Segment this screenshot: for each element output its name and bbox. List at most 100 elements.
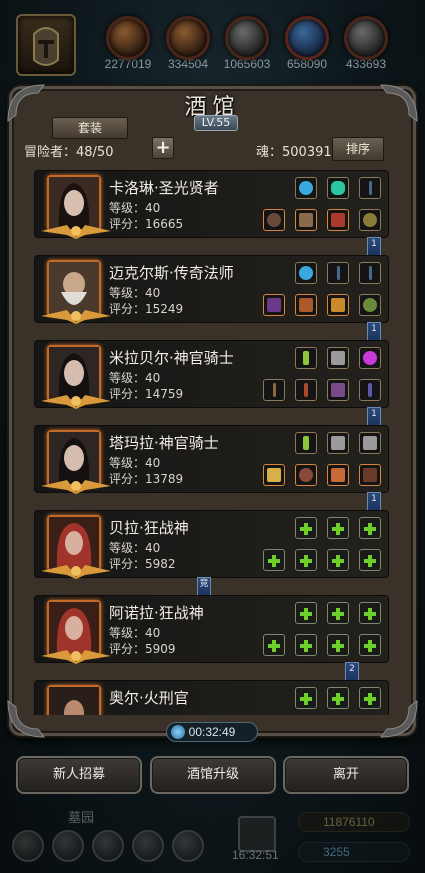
resource-crystal[interactable]: 658090 [279,16,335,76]
hero-level: 等级：40 [109,371,161,385]
equip-slot[interactable] [327,432,349,454]
equip-slot[interactable] [359,464,381,486]
add-equip-slot[interactable] [263,634,285,656]
scroll-icon [166,16,210,60]
refresh-timer: 00:32:49 [166,722,258,742]
equip-slot[interactable] [359,379,381,401]
nav-icon[interactable] [92,830,124,862]
equip-slot[interactable] [263,464,285,486]
hero-score: 评分：16665 [109,217,184,231]
hero-level: 等级：40 [109,541,161,555]
nav-icon[interactable] [52,830,84,862]
player-portrait[interactable] [16,14,76,76]
equip-slot[interactable] [263,379,285,401]
equip-slot[interactable] [359,347,381,369]
hero-card[interactable]: 米拉贝尔·神官骑士 等级：40 评分：14759 1 [34,340,389,429]
nav-label: 墓园 [68,811,95,826]
equip-slot[interactable] [327,379,349,401]
add-equip-slot[interactable] [359,549,381,571]
set-tab-button[interactable]: 套装 [52,117,128,139]
hero-name: 迈克尔斯·传奇法师 [109,264,234,282]
rank-wing-icon [41,395,111,409]
hero-face-icon [49,347,99,399]
hero-score: 评分：5909 [109,642,176,656]
hero-card[interactable]: 卡洛琳·圣光贤者 等级：40 评分：16665 1 [34,170,389,259]
tavern-subbar: 套装 冒险者：48/50 + 魂：500391 排序 [12,117,413,167]
add-equip-slot[interactable] [295,549,317,571]
hero-card[interactable]: 阿诺拉·狂战神 等级：40 评分：5909 2 [34,595,389,684]
equip-slot[interactable] [263,294,285,316]
equip-slot[interactable] [327,347,349,369]
chest-icon[interactable] [238,816,276,852]
equip-slot[interactable] [295,262,317,284]
equip-slot[interactable] [295,209,317,231]
rank-wing-icon [41,565,111,579]
wheel-icon [344,16,388,60]
resource-scroll[interactable]: 334504 [160,16,216,76]
equip-slot[interactable] [359,209,381,231]
add-equip-slot[interactable] [327,602,349,624]
add-equip-slot[interactable] [359,687,381,709]
hero-card[interactable]: 奥尔·火刑官 [34,680,389,715]
nav-icon[interactable] [172,830,204,862]
hero-portrait [41,260,111,324]
level-badge: LV.55 [194,115,238,131]
add-equip-slot[interactable] [359,602,381,624]
equip-slot[interactable] [295,347,317,369]
equip-slot[interactable] [327,209,349,231]
add-equip-slot[interactable] [295,602,317,624]
nav-icon[interactable] [132,830,164,862]
recruit-button[interactable]: 新人招募 [16,756,142,794]
claw-icon [106,16,150,60]
hero-face-icon [49,517,99,569]
sort-button[interactable]: 排序 [332,137,384,161]
equip-slot[interactable] [263,209,285,231]
equip-slot[interactable] [295,432,317,454]
hero-portrait [41,345,111,409]
equip-slot[interactable] [327,262,349,284]
add-equip-slot[interactable] [359,634,381,656]
hero-card[interactable]: 迈克尔斯·传奇法师 等级：40 评分：15249 1 [34,255,389,344]
hero-card[interactable]: 贝拉·狂战神 等级：40 评分：5982 竞 [34,510,389,599]
nav-icon[interactable] [12,830,44,862]
add-equip-slot[interactable] [327,634,349,656]
equip-slot[interactable] [359,294,381,316]
add-equip-slot[interactable] [295,517,317,539]
equip-slot[interactable] [295,464,317,486]
add-equip-slot[interactable] [327,687,349,709]
hero-card[interactable]: 塔玛拉·神官骑士 等级：40 评分：13789 1 [34,425,389,514]
hero-name: 塔玛拉·神官骑士 [109,434,219,452]
equip-slot[interactable] [295,294,317,316]
leave-button[interactable]: 离开 [283,756,409,794]
gem-value: 3255 [323,845,350,859]
add-equip-slot[interactable] [327,517,349,539]
equip-slot[interactable] [359,262,381,284]
hero-name: 米拉贝尔·神官骑士 [109,349,234,367]
hero-level: 等级：40 [109,286,161,300]
resource-claw[interactable]: 2277019 [100,16,156,76]
bottom-clock: 16:32:51 [232,848,279,862]
adventurer-count: 冒险者：48/50 [24,145,114,160]
equip-slot[interactable] [327,464,349,486]
equip-slot[interactable] [359,177,381,199]
equip-slot[interactable] [295,177,317,199]
add-equip-slot[interactable] [327,549,349,571]
add-equip-slot[interactable] [359,517,381,539]
add-equip-slot[interactable] [295,687,317,709]
equip-slot[interactable] [295,379,317,401]
soul-count: 魂：500391 [256,145,332,160]
timer-text: 00:32:49 [188,725,236,739]
add-equip-slot[interactable] [263,549,285,571]
upgrade-tavern-button[interactable]: 酒馆升级 [150,756,276,794]
equip-slot[interactable] [327,294,349,316]
add-equip-slot[interactable] [295,634,317,656]
hero-list[interactable]: 卡洛琳·圣光贤者 等级：40 评分：16665 1 迈克尔斯·传奇法师 等级：4… [34,170,389,715]
equip-slot[interactable] [327,177,349,199]
hero-score: 评分：5982 [109,557,176,571]
hero-level: 等级：40 [109,626,161,640]
resource-wheel[interactable]: 433693 [338,16,394,76]
hero-name: 阿诺拉·狂战神 [109,604,204,622]
add-slot-button[interactable]: + [152,137,174,159]
resource-helmet[interactable]: 1065603 [219,16,275,76]
equip-slot[interactable] [359,432,381,454]
